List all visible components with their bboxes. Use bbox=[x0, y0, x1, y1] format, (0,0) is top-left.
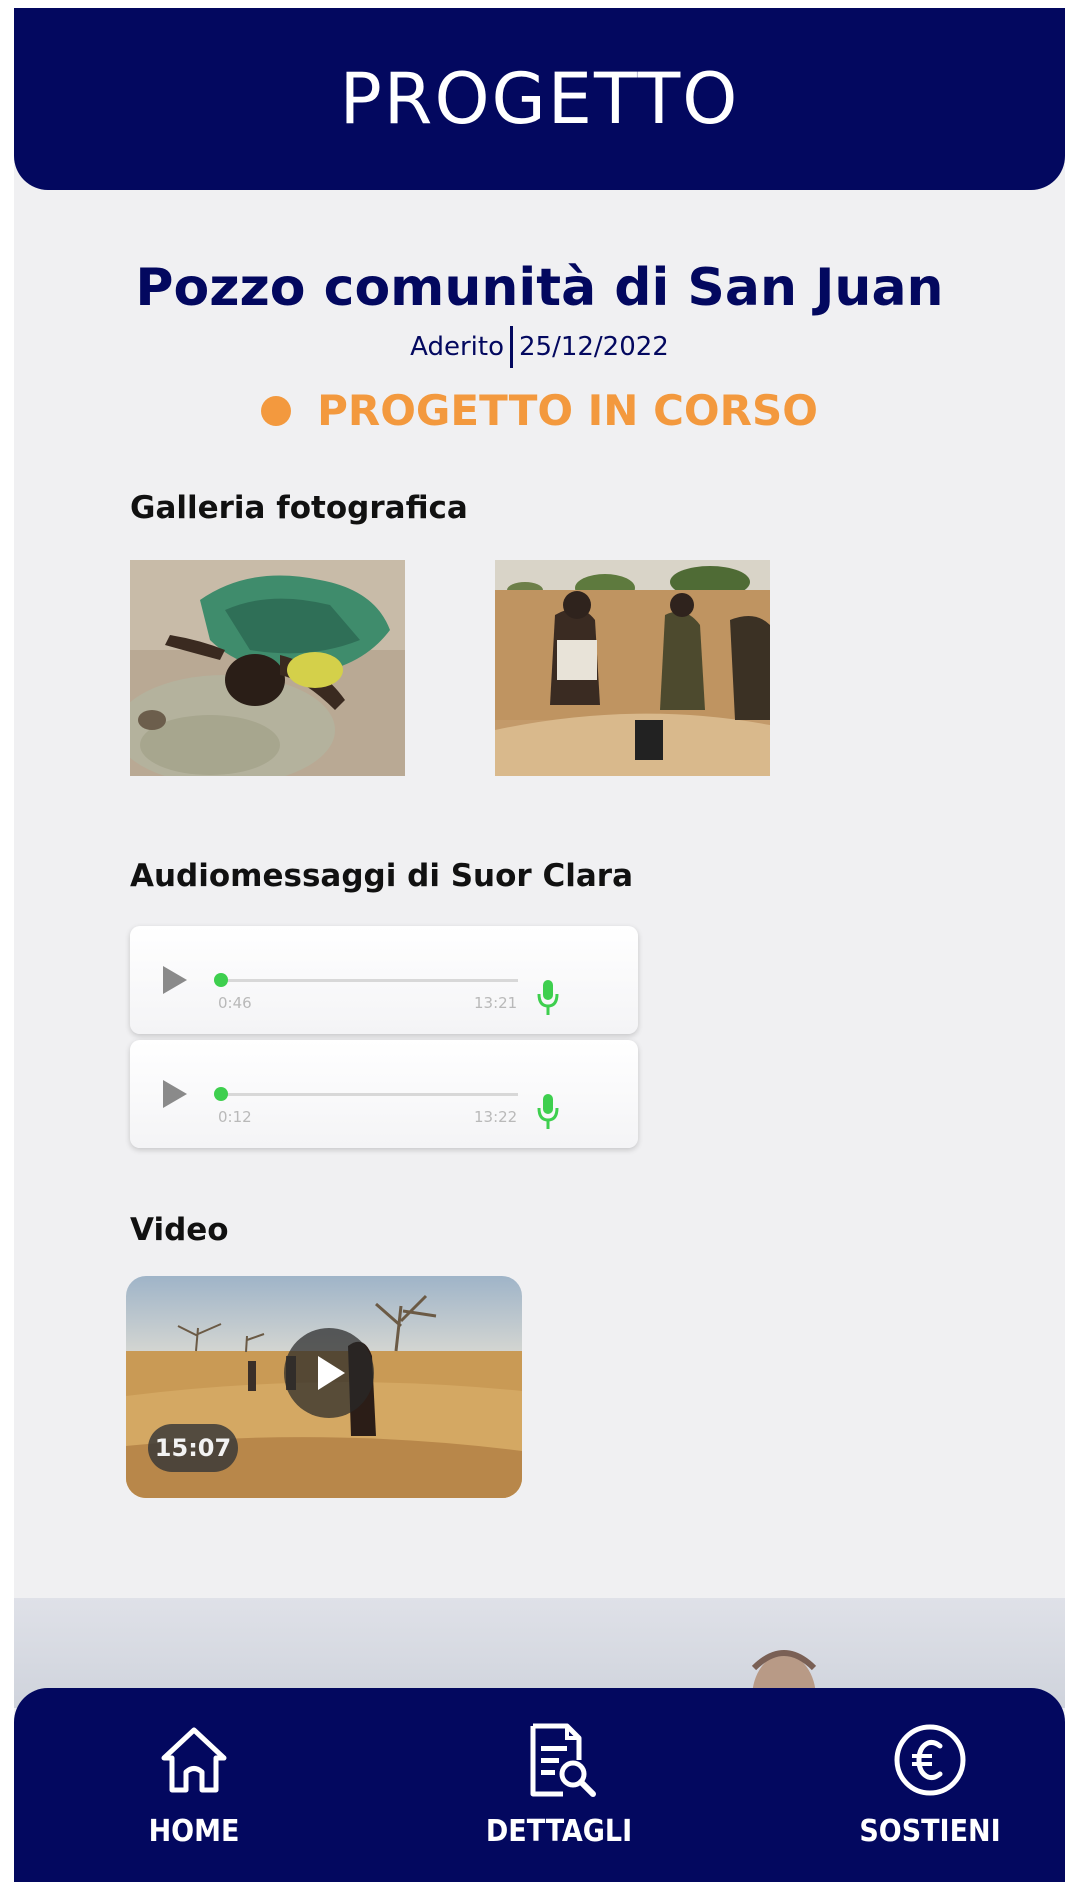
home-icon bbox=[161, 1727, 227, 1793]
screen: PROGETTO Pozzo comunità di San Juan Ader… bbox=[14, 8, 1065, 1882]
play-icon[interactable] bbox=[163, 1080, 187, 1108]
project-date: 25/12/2022 bbox=[518, 332, 669, 362]
gallery-photo-2[interactable] bbox=[495, 560, 770, 776]
euro-icon bbox=[894, 1724, 966, 1796]
audio-current-time: 0:46 bbox=[218, 994, 252, 1012]
audio-heading: Audiomessaggi di Suor Clara bbox=[130, 858, 634, 894]
nav-item-sostieni[interactable]: SOSTIENI bbox=[820, 1720, 1040, 1849]
audio-progress-knob[interactable] bbox=[214, 973, 228, 987]
audio-progress-knob[interactable] bbox=[214, 1087, 228, 1101]
photo-people-at-well bbox=[495, 560, 770, 776]
status-badge: PROGETTO IN CORSO bbox=[14, 386, 1065, 435]
status-dot-icon bbox=[261, 395, 292, 426]
video-duration: 15:07 bbox=[148, 1424, 238, 1472]
video-play-button[interactable] bbox=[284, 1328, 374, 1418]
video-player[interactable]: 15:07 bbox=[126, 1276, 522, 1498]
app-header: PROGETTO bbox=[14, 8, 1065, 190]
nav-label-sostieni: SOSTIENI bbox=[859, 1814, 1001, 1849]
video-heading: Video bbox=[130, 1212, 229, 1248]
microphone-icon bbox=[537, 980, 559, 1015]
meta-divider bbox=[509, 326, 513, 368]
project-meta: Aderito 25/12/2022 bbox=[14, 326, 1065, 368]
photo-child-drinking bbox=[130, 560, 405, 776]
microphone-icon bbox=[537, 1094, 559, 1129]
nav-label-dettagli: DETTAGLI bbox=[485, 1814, 633, 1849]
audio-player-1: 0:46 13:21 bbox=[130, 926, 638, 1034]
audio-player-2: 0:12 13:22 bbox=[130, 1040, 638, 1148]
audio-total-time: 13:22 bbox=[474, 1108, 518, 1126]
gallery-heading: Galleria fotografica bbox=[130, 490, 468, 526]
nav-item-dettagli[interactable]: DETTAGLI bbox=[449, 1720, 669, 1849]
play-icon[interactable] bbox=[163, 966, 187, 994]
membership-label: Aderito bbox=[410, 332, 504, 362]
gallery-photo-1[interactable] bbox=[130, 560, 405, 776]
audio-total-time: 13:21 bbox=[474, 994, 518, 1012]
audio-current-time: 0:12 bbox=[218, 1108, 252, 1126]
bottom-nav: HOME DETTAGLI SOSTIENI bbox=[14, 1688, 1065, 1882]
nav-item-home[interactable]: HOME bbox=[84, 1720, 304, 1849]
project-title: Pozzo comunità di San Juan bbox=[135, 258, 944, 318]
status-label: PROGETTO IN CORSO bbox=[317, 386, 818, 435]
page-title: PROGETTO bbox=[339, 58, 740, 140]
nav-label-home: HOME bbox=[148, 1814, 240, 1849]
document-search-icon bbox=[530, 1723, 596, 1797]
audio-progress-track[interactable] bbox=[218, 1093, 518, 1096]
audio-progress-track[interactable] bbox=[218, 979, 518, 982]
